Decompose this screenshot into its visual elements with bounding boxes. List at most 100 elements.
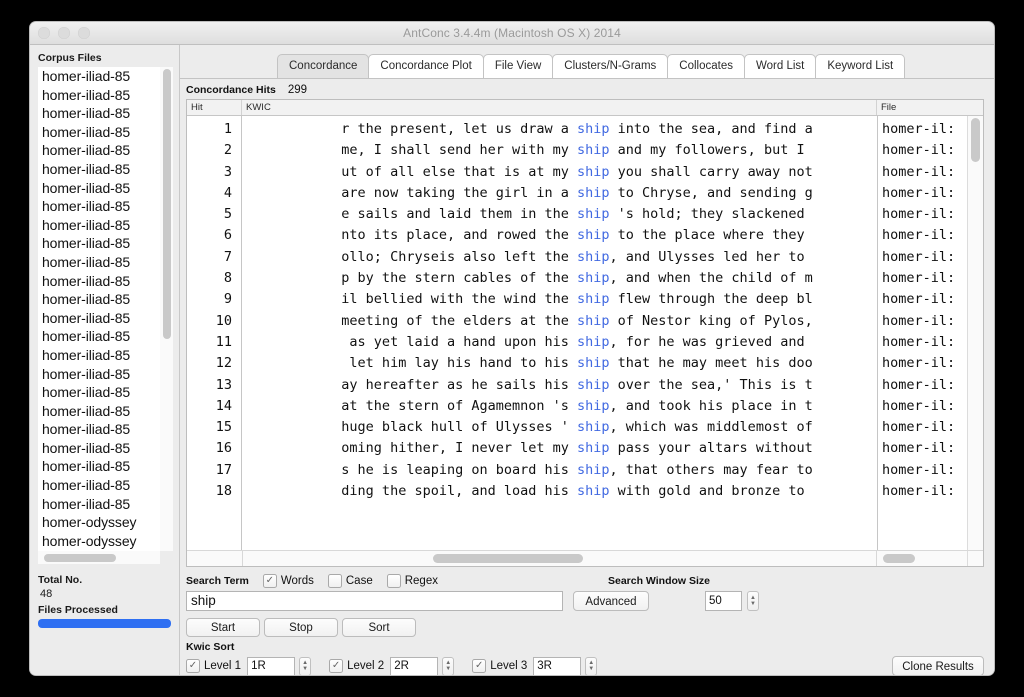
level-3-checkbox[interactable] — [472, 659, 487, 673]
corpus-file-item[interactable]: homer-iliad-85 — [38, 476, 160, 495]
clone-results-button[interactable]: Clone Results — [892, 656, 984, 675]
stop-button[interactable]: Stop — [264, 618, 338, 637]
regex-checkbox-group[interactable]: Regex — [386, 574, 438, 588]
file-column[interactable]: homer-il: homer-il: homer-il: homer-il: home… — [877, 116, 967, 550]
tab-keyword-list[interactable]: Keyword List — [815, 54, 906, 78]
table-row[interactable]: at the stern of Agamemnon 's ship, and t… — [242, 396, 877, 417]
close-button[interactable] — [38, 27, 50, 39]
scrollbar-thumb[interactable] — [162, 69, 171, 339]
corpus-file-item[interactable]: homer-iliad-85 — [38, 104, 160, 123]
level-1-input[interactable] — [247, 656, 296, 675]
corpus-file-item[interactable]: homer-iliad-85 — [38, 365, 160, 384]
case-checkbox-group[interactable]: Case — [327, 574, 373, 588]
level-3-input[interactable] — [533, 656, 582, 675]
table-row[interactable]: nto its place, and rowed the ship to the… — [242, 225, 877, 246]
corpus-files-horizontal-scrollbar[interactable] — [38, 551, 160, 564]
table-row[interactable]: let him lay his hand to his ship that he… — [242, 353, 877, 374]
chevron-down-icon[interactable]: ▼ — [302, 666, 308, 672]
table-row[interactable]: are now taking the girl in a ship to Chr… — [242, 183, 877, 204]
corpus-file-item[interactable]: homer-iliad-85 — [38, 290, 160, 309]
table-row[interactable]: il bellied with the wind the ship flew t… — [242, 289, 877, 310]
level-1-group[interactable]: Level 1 ▲ ▼ — [186, 656, 312, 675]
corpus-file-item[interactable]: homer-iliad-85 — [38, 439, 160, 458]
table-row[interactable]: ding the spoil, and load his ship with g… — [242, 481, 877, 502]
table-row[interactable]: oming hither, I never let my ship pass y… — [242, 438, 877, 459]
corpus-file-item[interactable]: homer-iliad-85 — [38, 234, 160, 253]
corpus-file-item[interactable]: homer-iliad-85 — [38, 457, 160, 476]
regex-checkbox[interactable] — [386, 574, 401, 588]
kwic-column[interactable]: r the present, let us draw a ship into t… — [242, 116, 877, 550]
zoom-button[interactable] — [78, 27, 90, 39]
table-row[interactable]: ollo; Chryseis also left the ship, and U… — [242, 247, 877, 268]
corpus-file-item[interactable]: homer-iliad-85 — [38, 197, 160, 216]
scrollbar-thumb[interactable] — [883, 554, 915, 563]
table-row[interactable]: huge black hull of Ulysses ' ship, which… — [242, 417, 877, 438]
tab-collocates[interactable]: Collocates — [667, 54, 745, 78]
advanced-button[interactable]: Advanced — [573, 591, 649, 611]
corpus-file-item[interactable]: homer-iliad-85 — [38, 346, 160, 365]
corpus-file-item[interactable]: homer-iliad-85 — [38, 179, 160, 198]
level-2-checkbox[interactable] — [329, 659, 344, 673]
table-row[interactable]: as yet laid a hand upon his ship, for he… — [242, 332, 877, 353]
corpus-file-item[interactable]: homer-iliad-85 — [38, 216, 160, 235]
minimize-button[interactable] — [58, 27, 70, 39]
tab-concordance-plot[interactable]: Concordance Plot — [368, 54, 484, 78]
table-row[interactable]: ay hereafter as he sails his ship over t… — [242, 375, 877, 396]
column-header-hit[interactable]: Hit — [187, 100, 242, 115]
corpus-file-item[interactable]: homer-iliad-85 — [38, 327, 160, 346]
search-window-size-input[interactable] — [705, 591, 742, 611]
corpus-file-item[interactable]: homer-iliad-85 — [38, 402, 160, 421]
corpus-file-item[interactable]: homer-iliad-85 — [38, 160, 160, 179]
table-row[interactable]: meeting of the elders at the ship of Nes… — [242, 311, 877, 332]
kwic-horizontal-scrollbar[interactable] — [243, 551, 876, 566]
tab-clusters-n-grams[interactable]: Clusters/N-Grams — [552, 54, 669, 78]
words-checkbox[interactable] — [262, 574, 277, 588]
words-checkbox-group[interactable]: Words — [262, 574, 314, 588]
level-2-stepper[interactable]: ▲ ▼ — [442, 656, 455, 675]
level-2-group[interactable]: Level 2 ▲ ▼ — [329, 656, 455, 675]
corpus-files-list[interactable]: homer-iliad-85 homer-iliad-85 homer-iliad-… — [38, 67, 160, 551]
table-row[interactable]: ut of all else that is at my ship you sh… — [242, 162, 877, 183]
corpus-file-item[interactable]: homer-iliad-85 — [38, 495, 160, 514]
table-vertical-scrollbar[interactable] — [967, 116, 983, 550]
level-2-input[interactable] — [390, 656, 439, 675]
scrollbar-thumb[interactable] — [971, 118, 980, 162]
tab-file-view[interactable]: File View — [482, 54, 554, 78]
chevron-down-icon[interactable]: ▼ — [588, 666, 594, 672]
corpus-file-item[interactable]: homer-iliad-85 — [38, 141, 160, 160]
column-header-file[interactable]: File — [877, 100, 967, 115]
corpus-file-item[interactable]: homer-iliad-85 — [38, 86, 160, 105]
chevron-down-icon[interactable]: ▼ — [750, 601, 756, 607]
corpus-file-item[interactable]: homer-iliad-85 — [38, 420, 160, 439]
table-row[interactable]: e sails and laid them in the ship 's hol… — [242, 204, 877, 225]
level-3-group[interactable]: Level 3 ▲ ▼ — [472, 656, 598, 675]
corpus-file-item[interactable]: homer-iliad-85 — [38, 272, 160, 291]
sort-button[interactable]: Sort — [342, 618, 416, 637]
file-horizontal-scrollbar[interactable] — [876, 551, 967, 566]
corpus-file-item[interactable]: homer-iliad-85 — [38, 383, 160, 402]
corpus-file-item[interactable]: homer-odyssey — [38, 532, 160, 551]
corpus-files-vertical-scrollbar[interactable] — [160, 67, 173, 551]
level-1-checkbox[interactable] — [186, 659, 200, 673]
corpus-file-item[interactable]: homer-iliad-85 — [38, 253, 160, 272]
corpus-file-item[interactable]: homer-odyssey — [38, 513, 160, 532]
tab-word-list[interactable]: Word List — [744, 54, 817, 78]
level-1-stepper[interactable]: ▲ ▼ — [299, 656, 312, 675]
start-button[interactable]: Start — [186, 618, 260, 637]
search-window-size-stepper[interactable]: ▲ ▼ — [747, 591, 759, 611]
chevron-down-icon[interactable]: ▼ — [445, 666, 451, 672]
corpus-file-item[interactable]: homer-iliad-85 — [38, 309, 160, 328]
corpus-file-item[interactable]: homer-iliad-85 — [38, 123, 160, 142]
column-header-kwic[interactable]: KWIC — [242, 100, 877, 115]
tab-concordance[interactable]: Concordance — [277, 54, 370, 78]
table-row[interactable]: s he is leaping on board his ship, that … — [242, 460, 877, 481]
table-row[interactable]: p by the stern cables of the ship, and w… — [242, 268, 877, 289]
scrollbar-thumb[interactable] — [433, 554, 583, 563]
search-input[interactable] — [186, 591, 563, 611]
level-3-stepper[interactable]: ▲ ▼ — [585, 656, 598, 675]
case-checkbox[interactable] — [327, 574, 342, 588]
table-row[interactable]: r the present, let us draw a ship into t… — [242, 119, 877, 140]
scrollbar-thumb[interactable] — [44, 553, 116, 562]
corpus-file-item[interactable]: homer-iliad-85 — [38, 67, 160, 86]
table-row[interactable]: me, I shall send her with my ship and my… — [242, 140, 877, 161]
